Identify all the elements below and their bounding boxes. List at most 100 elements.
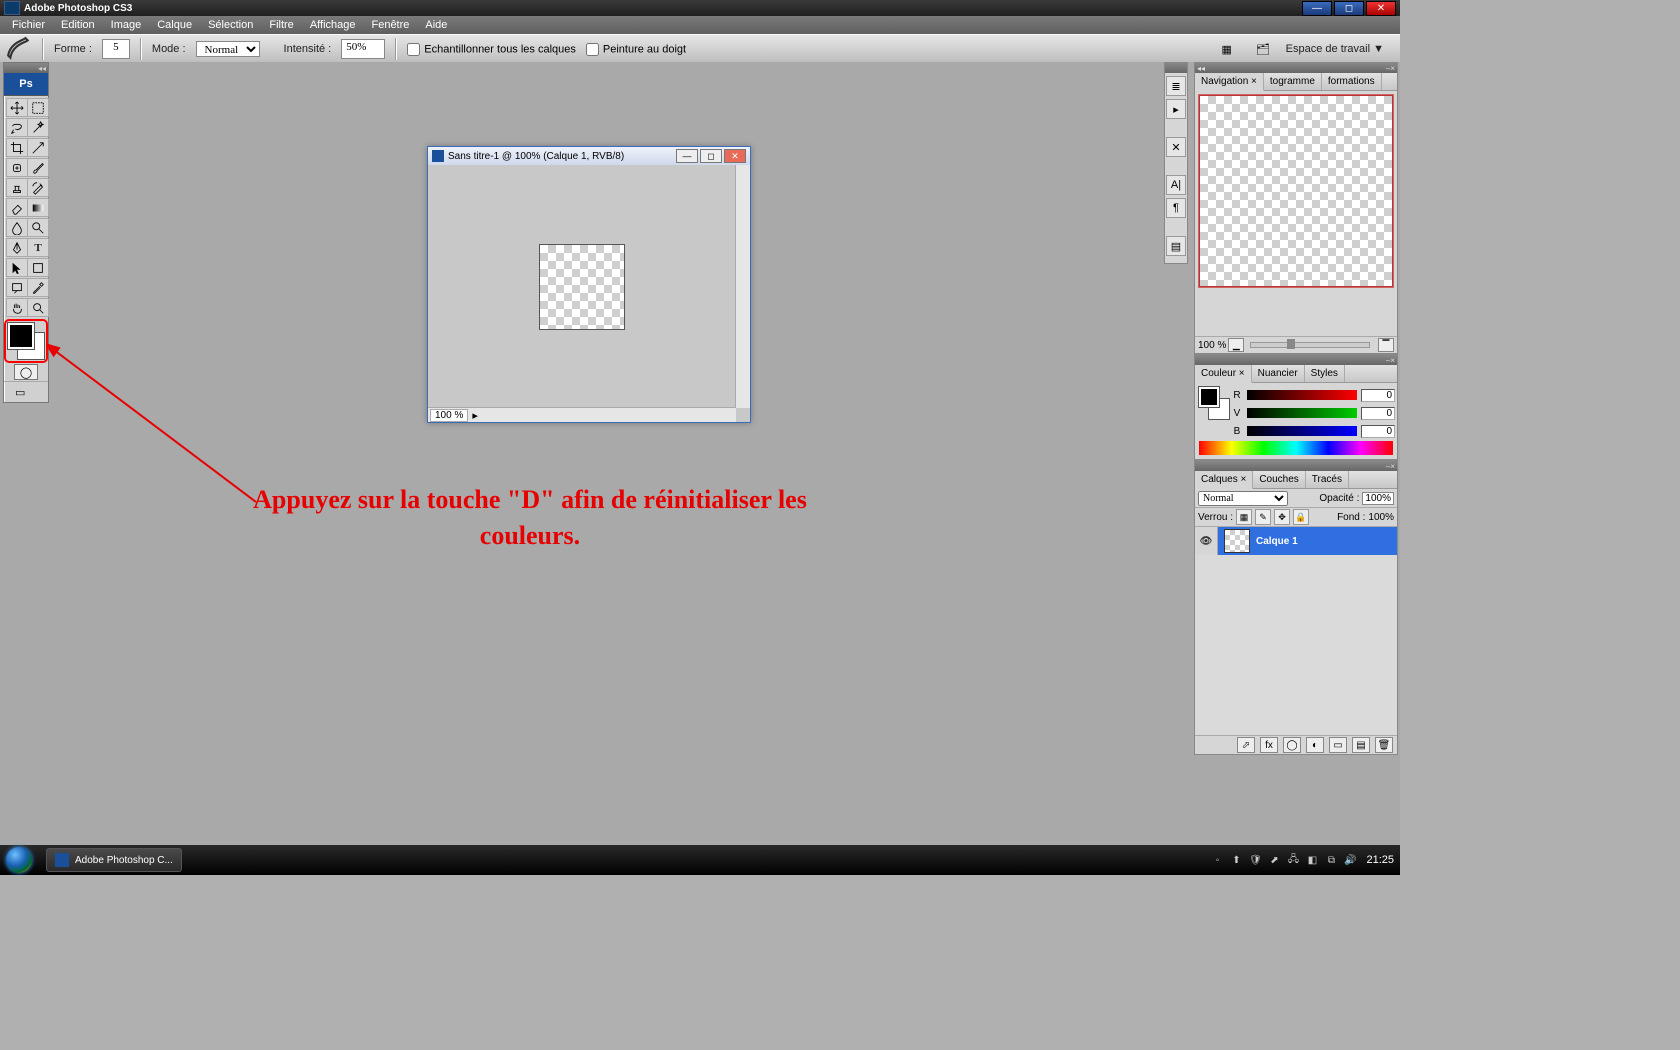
layer-visibility-icon[interactable]: 👁 <box>1195 527 1218 555</box>
color-fg-swatch[interactable] <box>1199 387 1219 407</box>
layer-mask-icon[interactable]: ◯ <box>1283 737 1301 753</box>
doc-maximize-button[interactable]: ◻ <box>700 149 722 163</box>
notes-tool[interactable] <box>6 278 28 297</box>
tray-icon[interactable]: ◦ <box>1210 853 1224 867</box>
palette-collapse-icon[interactable]: ◂◂ <box>38 64 46 73</box>
magic-wand-tool[interactable] <box>27 118 49 137</box>
crop-tool[interactable] <box>6 138 28 157</box>
layer-row[interactable]: 👁 Calque 1 <box>1195 527 1397 555</box>
new-layer-icon[interactable]: ▤ <box>1352 737 1370 753</box>
blur-tool[interactable] <box>6 218 28 237</box>
type-tool[interactable]: T <box>27 238 49 257</box>
zoom-slider[interactable] <box>1250 342 1370 348</box>
history-brush-tool[interactable] <box>27 178 49 197</box>
link-layers-icon[interactable]: ⬀ <box>1237 737 1255 753</box>
taskbar-app-button[interactable]: Adobe Photoshop C... <box>46 848 182 872</box>
layer-style-icon[interactable]: fx <box>1260 737 1278 753</box>
b-slider[interactable] <box>1247 426 1357 436</box>
opacity-field[interactable]: 100% <box>1362 492 1394 505</box>
adjustment-layer-icon[interactable]: ◐ <box>1306 737 1324 753</box>
tray-volume-icon[interactable]: 🔊 <box>1343 853 1357 867</box>
navigator-preview[interactable] <box>1199 95 1393 287</box>
shape-tool[interactable] <box>27 258 49 277</box>
color-swatch-well[interactable] <box>6 321 46 361</box>
zoom-out-button[interactable]: ▁ <box>1228 338 1244 352</box>
tray-shield-icon[interactable]: 🛡 <box>1248 853 1262 867</box>
v-slider[interactable] <box>1247 408 1357 418</box>
tab-calques[interactable]: Calques × <box>1195 471 1253 489</box>
pen-tool[interactable] <box>6 238 28 257</box>
history-panel-icon[interactable]: ≣ <box>1166 76 1186 96</box>
tab-couleur[interactable]: Couleur × <box>1195 365 1252 383</box>
lock-all-icon[interactable]: 🔒 <box>1293 509 1309 525</box>
healing-brush-tool[interactable] <box>6 158 28 177</box>
slice-tool[interactable] <box>27 138 49 157</box>
tray-icon[interactable]: ◧ <box>1305 853 1319 867</box>
tab-styles[interactable]: Styles <box>1305 365 1345 382</box>
zoom-in-button[interactable]: ▔ <box>1378 338 1394 352</box>
eyedropper-tool[interactable] <box>27 278 49 297</box>
v-value[interactable]: 0 <box>1361 407 1395 420</box>
paragraph-panel-icon[interactable]: ¶ <box>1166 198 1186 218</box>
taskbar-clock[interactable]: 21:25 <box>1366 854 1394 866</box>
actions-panel-icon[interactable]: ▸ <box>1166 99 1186 119</box>
tool-presets-icon[interactable]: ✕ <box>1166 137 1186 157</box>
r-value[interactable]: 0 <box>1361 389 1395 402</box>
workspace-dropdown[interactable]: Espace de travail ▼ <box>1286 43 1384 55</box>
intensity-field[interactable]: 50% <box>341 39 385 59</box>
path-select-tool[interactable] <box>6 258 28 277</box>
lasso-tool[interactable] <box>6 118 28 137</box>
hand-tool[interactable] <box>6 298 28 317</box>
foreground-color-swatch[interactable] <box>8 323 34 349</box>
dodge-tool[interactable] <box>27 218 49 237</box>
menu-calque[interactable]: Calque <box>149 19 200 31</box>
menu-fenetre[interactable]: Fenêtre <box>363 19 417 31</box>
move-tool[interactable] <box>6 98 28 117</box>
bridge-icon[interactable]: 🗂 <box>1250 38 1276 60</box>
panel-collapse-icon[interactable]: ◂◂ <box>1197 64 1205 73</box>
character-panel-icon[interactable]: A| <box>1166 175 1186 195</box>
tray-network-icon[interactable]: 🖧 <box>1286 853 1300 867</box>
menu-aide[interactable]: Aide <box>417 19 455 31</box>
screen-mode-toggle[interactable]: ▭ <box>15 386 37 399</box>
doc-close-button[interactable]: ✕ <box>724 149 746 163</box>
nav-zoom-field[interactable]: 100 % <box>1198 340 1226 351</box>
layers-panel-menu-icon[interactable]: –× <box>1386 462 1395 471</box>
layer-name[interactable]: Calque 1 <box>1256 536 1298 547</box>
color-panel-menu-icon[interactable]: –× <box>1386 356 1395 365</box>
menu-fichier[interactable]: Fichier <box>4 19 53 31</box>
lock-position-icon[interactable]: ✥ <box>1274 509 1290 525</box>
gradient-tool[interactable] <box>27 198 49 217</box>
vertical-scrollbar[interactable] <box>735 165 750 408</box>
lock-transparency-icon[interactable]: ▦ <box>1236 509 1252 525</box>
menu-filtre[interactable]: Filtre <box>261 19 301 31</box>
tab-traces[interactable]: Tracés <box>1306 471 1349 488</box>
tray-icon[interactable]: ⧉ <box>1324 853 1338 867</box>
layer-thumbnail[interactable] <box>1224 529 1250 553</box>
delete-layer-icon[interactable]: 🗑 <box>1375 737 1393 753</box>
menu-selection[interactable]: Sélection <box>200 19 261 31</box>
tab-histogramme[interactable]: togramme <box>1264 73 1322 90</box>
window-maximize-button[interactable]: ◻ <box>1334 1 1364 16</box>
brush-size-field[interactable]: 5 <box>102 39 130 59</box>
start-button[interactable] <box>0 845 38 875</box>
panel-menu-icon[interactable]: –× <box>1386 64 1395 73</box>
tray-icon[interactable]: ⬆ <box>1229 853 1243 867</box>
canvas[interactable] <box>428 165 736 408</box>
finger-paint-checkbox[interactable]: Peinture au doigt <box>586 43 686 56</box>
tray-icon[interactable]: ⬈ <box>1267 853 1281 867</box>
r-slider[interactable] <box>1247 390 1357 400</box>
marquee-tool[interactable] <box>27 98 49 117</box>
eraser-tool[interactable] <box>6 198 28 217</box>
tab-nuancier[interactable]: Nuancier <box>1252 365 1305 382</box>
menu-image[interactable]: Image <box>103 19 150 31</box>
clone-stamp-tool[interactable] <box>6 178 28 197</box>
doc-info-icon[interactable]: ▸ <box>472 409 478 422</box>
layer-blend-select[interactable]: Normal <box>1198 491 1288 506</box>
menu-edition[interactable]: Edition <box>53 19 103 31</box>
layers-shortcut-icon[interactable]: ▤ <box>1166 236 1186 256</box>
fill-field[interactable]: 100% <box>1368 512 1394 523</box>
current-tool-icon[interactable] <box>6 38 32 60</box>
lock-pixels-icon[interactable]: ✎ <box>1255 509 1271 525</box>
tab-navigation[interactable]: Navigation × <box>1195 73 1264 91</box>
